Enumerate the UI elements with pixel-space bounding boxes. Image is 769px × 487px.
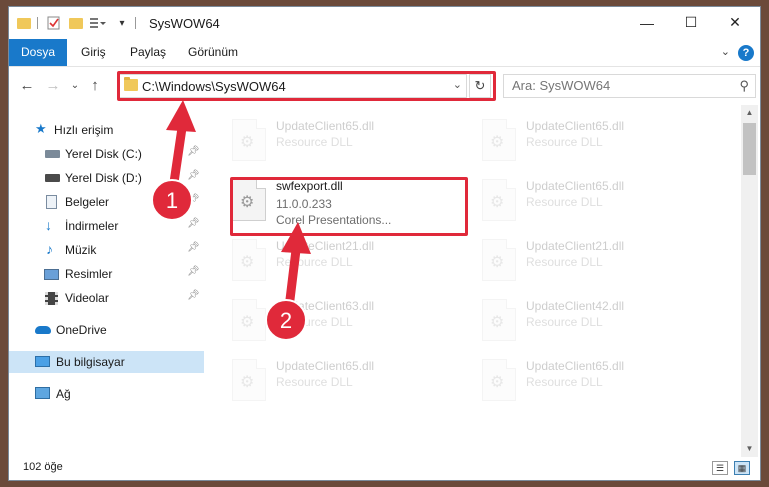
help-icon[interactable]: ? [738,45,754,61]
film-strip-icon [45,292,58,305]
file-item[interactable]: ⚙ UpdateClient65.dll Resource DLL [464,173,704,229]
ribbon-expand-icon[interactable]: ⌄ [721,45,730,58]
drive-icon [45,150,60,158]
file-item[interactable]: ⚙ UpdateClient65.dll Resource DLL [214,353,454,409]
tab-file[interactable]: Dosya [9,39,68,66]
dll-file-icon: ⚙ [482,179,516,221]
file-version: 11.0.0.233 [276,197,332,211]
separator [135,17,136,29]
file-company: Corel Presentations... [276,213,392,227]
dll-file-icon: ⚙ [232,119,266,161]
file-item[interactable]: ⚙ UpdateClient21.dll Resource DLL [214,233,454,289]
vertical-scrollbar[interactable]: ▲ ▼ [741,105,758,457]
pin-icon[interactable]: 📌︎ [187,146,200,157]
close-button[interactable]: ✕ [712,7,758,38]
drive-icon [45,174,60,182]
back-arrow-icon[interactable]: ← [17,76,37,96]
scroll-up-icon[interactable]: ▲ [741,105,758,121]
dll-file-icon: ⚙ [232,299,266,341]
quick-access-dropdown-icon[interactable]: ▾ [113,15,131,31]
folder-icon [15,15,33,31]
sidebar-item-music[interactable]: ♪ Müzik 📌︎ [9,239,204,261]
sidebar-item-videos[interactable]: Videolar 📌︎ [9,287,204,309]
search-icon: ⚲ [739,78,749,93]
dll-file-icon: ⚙ [232,179,266,221]
file-item-swfexport[interactable]: ⚙ swfexport.dll 11.0.0.233 Corel Present… [214,173,454,229]
navigation-pane: ★ Hızlı erişim Yerel Disk (C:) 📌︎ Yerel … [9,105,209,450]
scroll-thumb[interactable] [743,123,756,175]
file-list: ⚙ UpdateClient65.dll Resource DLL ⚙ Upda… [214,105,739,450]
network-icon [35,387,50,399]
file-item[interactable]: ⚙ UpdateClient21.dll Resource DLL [464,233,704,289]
music-note-icon: ♪ [46,241,53,257]
tab-share[interactable]: Paylaş [118,39,178,66]
pin-icon[interactable]: 📌︎ [187,194,200,205]
separator [37,17,38,29]
minimize-button[interactable]: — [624,7,670,38]
sidebar-item-quick-access[interactable]: ★ Hızlı erişim [9,119,204,141]
sidebar-item-this-pc[interactable]: Bu bilgisayar [9,351,204,373]
dll-file-icon: ⚙ [482,239,516,281]
search-box[interactable]: ⚲ [503,74,756,98]
dll-file-icon: ⚙ [482,359,516,401]
customize-toolbar-icon[interactable] [89,15,107,31]
tab-home[interactable]: Giriş [69,39,118,66]
maximize-button[interactable]: ☐ [668,7,714,38]
sidebar-item-documents[interactable]: Belgeler 📌︎ [9,191,204,213]
refresh-icon[interactable]: ↻ [469,74,491,98]
up-arrow-icon[interactable]: ↑ [85,76,105,96]
file-item[interactable]: ⚙ UpdateClient65.dll Resource DLL [464,113,704,169]
window-title: SysWOW64 [149,16,220,31]
document-icon [46,195,57,209]
address-bar[interactable]: C:\Windows\SysWOW64 ⌄ [119,74,467,98]
cloud-icon [35,326,51,334]
search-input[interactable] [512,78,722,93]
file-item[interactable]: ⚙ UpdateClient65.dll Resource DLL [464,353,704,409]
download-arrow-icon: ↓ [45,217,52,233]
ribbon-tabs: Dosya Giriş Paylaş Görünüm ⌄ ? [9,39,760,67]
properties-icon[interactable] [45,15,63,31]
file-name: swfexport.dll [276,179,343,193]
pin-icon[interactable]: 📌︎ [187,170,200,181]
sidebar-item-downloads[interactable]: ↓ İndirmeler 📌︎ [9,215,204,237]
new-folder-icon[interactable] [67,15,85,31]
tab-view[interactable]: Görünüm [176,39,250,66]
computer-icon [35,356,50,367]
pin-icon[interactable]: 📌︎ [187,290,200,301]
pin-icon[interactable]: 📌︎ [187,266,200,277]
sidebar-item-onedrive[interactable]: OneDrive [9,319,204,341]
sidebar-item-local-disk-c[interactable]: Yerel Disk (C:) 📌︎ [9,143,204,165]
sidebar-item-pictures[interactable]: Resimler 📌︎ [9,263,204,285]
dll-file-icon: ⚙ [232,359,266,401]
file-item[interactable]: ⚙ UpdateClient42.dll Resource DLL [464,293,704,349]
dll-file-icon: ⚙ [482,299,516,341]
pin-icon[interactable]: 📌︎ [187,242,200,253]
dll-file-icon: ⚙ [482,119,516,161]
title-bar: ▾ SysWOW64 — ☐ ✕ [9,7,760,39]
file-item[interactable]: ⚙ UpdateClient65.dll Resource DLL [214,113,454,169]
large-icons-view-icon[interactable]: ▦ [734,461,750,475]
explorer-window: ▾ SysWOW64 — ☐ ✕ Dosya Giriş Paylaş Görü… [8,6,761,481]
details-view-icon[interactable]: ☰ [712,461,728,475]
sidebar-item-local-disk-d[interactable]: Yerel Disk (D:) 📌︎ [9,167,204,189]
status-bar: 102 öğe ☰ ▦ [9,457,760,480]
item-count: 102 öğe [23,461,63,473]
chevron-down-icon[interactable]: ⌄ [453,78,462,91]
sidebar-item-network[interactable]: Ağ [9,383,204,405]
star-icon: ★ [35,121,47,136]
file-item[interactable]: ⚙ UpdateClient63.dll Resource DLL [214,293,454,349]
pictures-icon [44,269,59,280]
pin-icon[interactable]: 📌︎ [187,218,200,229]
folder-icon [124,77,138,91]
dll-file-icon: ⚙ [232,239,266,281]
navigation-bar: ← → ⌄ ↑ C:\Windows\SysWOW64 ⌄ ↻ ⚲ [9,68,760,104]
forward-arrow-icon[interactable]: → [43,76,63,96]
scroll-down-icon[interactable]: ▼ [741,441,758,457]
address-path: C:\Windows\SysWOW64 [142,79,286,94]
recent-locations-icon[interactable]: ⌄ [65,76,85,96]
